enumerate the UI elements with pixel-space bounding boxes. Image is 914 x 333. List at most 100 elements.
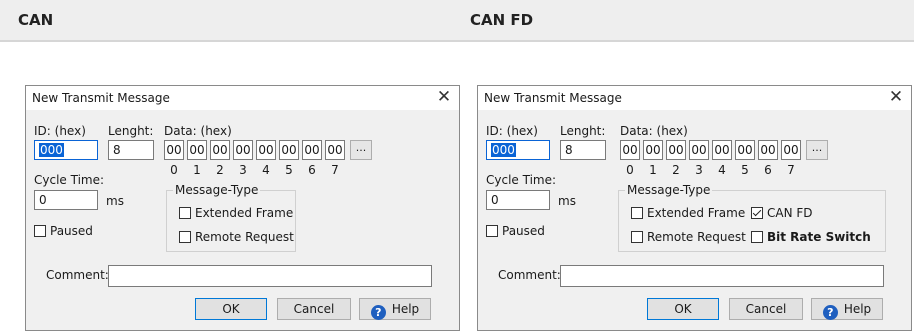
cycle-time-input[interactable]: 0: [486, 190, 550, 210]
message-type-label: Message-Type: [625, 183, 713, 197]
message-type-label: Message-Type: [173, 183, 261, 197]
data-index-2: 2: [672, 163, 680, 177]
data-index-5: 5: [285, 163, 293, 177]
can-fd-label: CAN FD: [767, 206, 813, 220]
id-value: 000: [39, 143, 64, 157]
help-label: Help: [391, 302, 420, 316]
data-byte-0[interactable]: 00: [164, 140, 184, 160]
remote-request-label: Remote Request: [195, 230, 294, 244]
data-label: Data: (hex): [164, 124, 232, 138]
data-index-0: 0: [626, 163, 634, 177]
length-label: Lenght:: [108, 124, 154, 138]
data-byte-6[interactable]: 00: [302, 140, 322, 160]
data-index-3: 3: [695, 163, 703, 177]
data-byte-6[interactable]: 00: [758, 140, 778, 160]
data-index-6: 6: [764, 163, 772, 177]
comment-label: Comment:: [46, 268, 109, 282]
titlebar: New Transmit Message ✕: [478, 86, 911, 110]
data-byte-1[interactable]: 00: [643, 140, 663, 160]
data-byte-2[interactable]: 00: [210, 140, 230, 160]
dialog-title: New Transmit Message: [484, 91, 622, 105]
data-byte-0[interactable]: 00: [620, 140, 640, 160]
paused-checkbox[interactable]: Paused: [34, 224, 93, 240]
cancel-button[interactable]: Cancel: [729, 298, 803, 320]
remote-request-label: Remote Request: [647, 230, 746, 244]
extended-frame-checkbox[interactable]: Extended Frame: [179, 206, 293, 222]
cycle-time-input[interactable]: 0: [34, 190, 98, 210]
extended-frame-label: Extended Frame: [647, 206, 746, 220]
id-input[interactable]: 000: [486, 140, 550, 160]
data-byte-4[interactable]: 00: [712, 140, 732, 160]
more-bytes-button[interactable]: ...: [350, 140, 372, 160]
comment-label: Comment:: [498, 268, 561, 282]
can-fd-box: [751, 207, 763, 219]
data-byte-4[interactable]: 00: [256, 140, 276, 160]
data-byte-1[interactable]: 00: [187, 140, 207, 160]
bit-rate-switch-label: Bit Rate Switch: [767, 230, 871, 244]
data-index-1: 1: [193, 163, 201, 177]
id-label: ID: (hex): [34, 124, 86, 138]
extended-frame-box: [631, 207, 643, 219]
can-fd-checkbox[interactable]: CAN FD: [751, 206, 813, 222]
paused-box: [34, 225, 46, 237]
data-byte-3[interactable]: 00: [689, 140, 709, 160]
data-index-6: 6: [308, 163, 316, 177]
data-index-1: 1: [649, 163, 657, 177]
cancel-button[interactable]: Cancel: [277, 298, 351, 320]
length-input[interactable]: 8: [560, 140, 606, 160]
help-icon: ?: [822, 305, 838, 320]
dialog-title: New Transmit Message: [32, 91, 170, 105]
extended-frame-checkbox[interactable]: Extended Frame: [631, 206, 745, 222]
data-index-3: 3: [239, 163, 247, 177]
close-icon[interactable]: ✕: [887, 87, 905, 107]
id-input[interactable]: 000: [34, 140, 98, 160]
extended-frame-label: Extended Frame: [195, 206, 294, 220]
paused-label: Paused: [502, 224, 545, 238]
remote-request-box: [179, 231, 191, 243]
header-can-fd: CAN FD: [470, 11, 534, 29]
length-label: Lenght:: [560, 124, 606, 138]
help-label: Help: [843, 302, 872, 316]
paused-label: Paused: [50, 224, 93, 238]
header-bar: CAN CAN FD: [0, 0, 914, 42]
help-button[interactable]: ? Help: [811, 298, 883, 320]
can-fd-dialog: New Transmit Message ✕ ID: (hex) 000 Len…: [477, 85, 912, 331]
bit-rate-switch-checkbox[interactable]: Bit Rate Switch: [751, 230, 871, 246]
paused-box: [486, 225, 498, 237]
remote-request-checkbox[interactable]: Remote Request: [179, 230, 294, 246]
data-byte-7[interactable]: 00: [781, 140, 801, 160]
data-index-0: 0: [170, 163, 178, 177]
header-can: CAN: [18, 11, 54, 29]
can-dialog: New Transmit Message ✕ ID: (hex) 000 Len…: [25, 85, 460, 331]
paused-checkbox[interactable]: Paused: [486, 224, 545, 240]
message-type-group: Message-Type Extended Frame CAN FD Remot…: [618, 183, 886, 252]
data-byte-3[interactable]: 00: [233, 140, 253, 160]
data-byte-2[interactable]: 00: [666, 140, 686, 160]
bit-rate-switch-box: [751, 231, 763, 243]
ok-button[interactable]: OK: [647, 298, 719, 320]
id-label-text: ID: (hex): [34, 124, 86, 138]
titlebar: New Transmit Message ✕: [26, 86, 459, 110]
data-byte-5[interactable]: 00: [279, 140, 299, 160]
ok-button[interactable]: OK: [195, 298, 267, 320]
data-index-7: 7: [787, 163, 795, 177]
data-index-5: 5: [741, 163, 749, 177]
comment-input[interactable]: [560, 265, 884, 287]
cycle-unit: ms: [106, 194, 124, 208]
close-icon[interactable]: ✕: [435, 87, 453, 107]
comment-input[interactable]: [108, 265, 432, 287]
more-bytes-button[interactable]: ...: [806, 140, 828, 160]
cycle-time-label: Cycle Time:: [34, 173, 105, 187]
data-index-2: 2: [216, 163, 224, 177]
help-button[interactable]: ? Help: [359, 298, 431, 320]
cycle-unit: ms: [558, 194, 576, 208]
remote-request-checkbox[interactable]: Remote Request: [631, 230, 746, 246]
data-index-7: 7: [331, 163, 339, 177]
id-value: 000: [491, 143, 516, 157]
cycle-time-label: Cycle Time:: [486, 173, 557, 187]
data-byte-7[interactable]: 00: [325, 140, 345, 160]
help-icon: ?: [370, 305, 386, 320]
data-byte-5[interactable]: 00: [735, 140, 755, 160]
length-input[interactable]: 8: [108, 140, 154, 160]
data-index-4: 4: [262, 163, 270, 177]
